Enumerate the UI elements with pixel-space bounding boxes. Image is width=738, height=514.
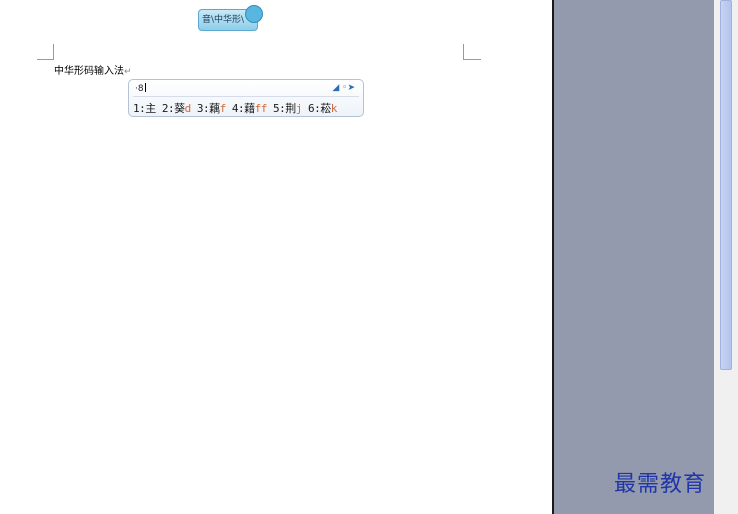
text-caret: [144, 83, 146, 92]
ime-composition-input[interactable]: ·8: [135, 83, 146, 94]
margin-corner-top-right-h: [463, 59, 481, 60]
candidate-list: 1:主 2:葵d 3:藕f 4:藉ff 5:荆j 6:菘k: [133, 100, 337, 116]
candidate-divider: [133, 96, 359, 97]
candidate-item[interactable]: 5:荆j: [273, 102, 302, 115]
scrollbar-thumb[interactable]: [720, 0, 732, 370]
ime-candidate-window[interactable]: ·8 ◢ ◦➤ 1:主 2:葵d 3:藕f 4:藉ff 5:荆j 6:菘k: [128, 79, 364, 117]
candidate-item[interactable]: 4:藉ff: [232, 102, 268, 115]
candidate-item[interactable]: 3:藕f: [197, 102, 226, 115]
side-panel: [552, 0, 738, 514]
document-text: 中华形码输入法: [54, 66, 124, 77]
margin-corner-top-left-h: [37, 59, 53, 60]
composition-text: ·8: [135, 84, 144, 94]
candidate-item[interactable]: 2:葵d: [162, 102, 191, 115]
ime-badge-label: 音\中华形\: [202, 15, 245, 25]
candidate-item[interactable]: 1:主: [133, 102, 156, 115]
document-page[interactable]: 音\中华形\ 中华形码输入法↵ ·8 ◢ ◦➤ 1:主 2:葵d 3:藕f 4:…: [0, 0, 552, 514]
document-text-line[interactable]: 中华形码输入法↵: [54, 62, 132, 77]
margin-corner-top-left: [53, 44, 54, 60]
ime-status-badge[interactable]: 音\中华形\: [198, 5, 263, 31]
paragraph-mark-icon: ↵: [124, 67, 132, 77]
candidate-item[interactable]: 6:菘k: [308, 102, 337, 115]
ime-page-arrows-icon[interactable]: ◢ ◦➤: [332, 83, 355, 93]
watermark-logo: 最需教育: [614, 472, 707, 497]
dolphin-icon: [245, 5, 263, 23]
margin-corner-top-right: [463, 44, 464, 60]
vertical-scrollbar[interactable]: [714, 0, 738, 514]
